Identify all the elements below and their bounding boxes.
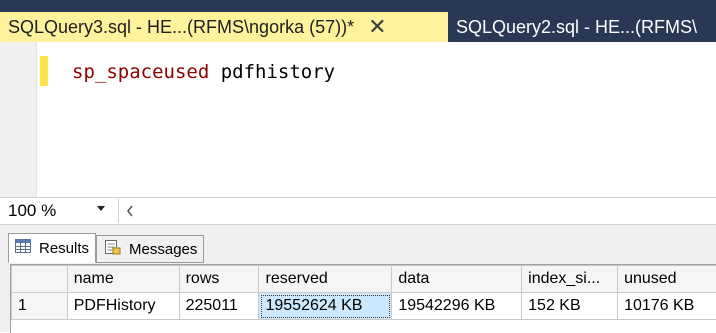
- close-icon[interactable]: ✕: [368, 16, 386, 38]
- column-header-unused[interactable]: unused: [618, 266, 716, 293]
- corner-cell[interactable]: [12, 266, 68, 293]
- column-header-index-size[interactable]: index_si...: [522, 266, 618, 293]
- zoom-bar: 100 %: [0, 197, 716, 225]
- cell-index-size[interactable]: 152 KB: [522, 293, 618, 320]
- tab-results[interactable]: Results: [8, 233, 96, 263]
- results-table: name rows reserved data index_si... unus…: [11, 265, 716, 320]
- cell-data[interactable]: 19542296 KB: [392, 293, 522, 320]
- results-pane: Results Messages: [0, 225, 716, 332]
- cell-unused[interactable]: 10176 KB: [618, 293, 716, 320]
- chevron-left-icon[interactable]: [118, 199, 141, 223]
- tab-messages[interactable]: Messages: [96, 235, 204, 263]
- column-header-rows[interactable]: rows: [179, 266, 259, 293]
- query-editor[interactable]: sp_spaceused pdfhistory: [0, 42, 716, 197]
- tab-label: SQLQuery3.sql - HE...(RFMS\ngorka (57))*: [0, 17, 354, 38]
- tab-results-label: Results: [39, 240, 89, 257]
- code-line[interactable]: sp_spaceused pdfhistory: [72, 58, 335, 86]
- cell-name[interactable]: PDFHistory: [67, 293, 179, 320]
- editor-gutter: [0, 42, 37, 197]
- results-tabs: Results Messages: [8, 233, 204, 263]
- grid-icon: [15, 239, 31, 257]
- caret-down-icon: [96, 202, 106, 217]
- tab-label: SQLQuery2.sql - HE...(RFMS\: [448, 17, 697, 38]
- change-indicator: [40, 56, 48, 86]
- zoom-value: 100 %: [8, 201, 56, 221]
- tab-sqlquery3[interactable]: SQLQuery3.sql - HE...(RFMS\ngorka (57))*…: [0, 12, 448, 42]
- results-grid[interactable]: name rows reserved data index_si... unus…: [10, 264, 716, 333]
- zoom-select[interactable]: 100 %: [8, 200, 114, 222]
- cell-reserved[interactable]: 19552624 KB: [259, 293, 392, 320]
- column-header-name[interactable]: name: [67, 266, 179, 293]
- row-number[interactable]: 1: [12, 293, 68, 320]
- code-argument: pdfhistory: [221, 61, 335, 83]
- tab-sqlquery2[interactable]: SQLQuery2.sql - HE...(RFMS\: [448, 12, 716, 42]
- header-row: name rows reserved data index_si... unus…: [12, 266, 716, 293]
- document-tab-strip: SQLQuery3.sql - HE...(RFMS\ngorka (57))*…: [0, 0, 716, 42]
- cell-rows[interactable]: 225011: [179, 293, 259, 320]
- code-keyword: sp_spaceused: [72, 61, 209, 83]
- table-row: 1 PDFHistory 225011 19552624 KB 19542296…: [12, 293, 716, 320]
- column-header-reserved[interactable]: reserved: [259, 266, 392, 293]
- tab-messages-label: Messages: [129, 241, 197, 258]
- messages-icon: [103, 239, 121, 259]
- column-header-data[interactable]: data: [392, 266, 522, 293]
